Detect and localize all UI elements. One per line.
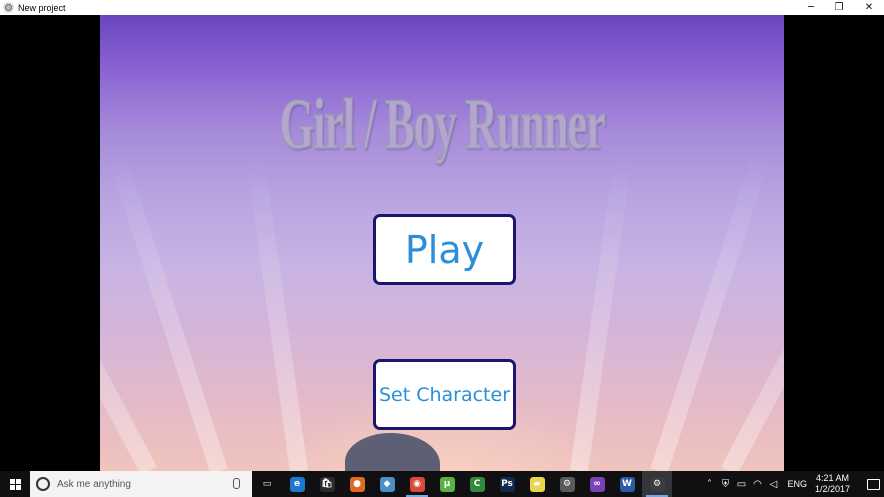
- sticky-notes-icon: ▰: [529, 476, 545, 492]
- defender-icon[interactable]: ⛨: [717, 471, 733, 497]
- taskbar-app-button[interactable]: Ps: [492, 471, 522, 497]
- taskbar-app-button[interactable]: e: [282, 471, 312, 497]
- taskbar-app-button[interactable]: ▰: [522, 471, 552, 497]
- clock[interactable]: 4:21 AM 1/2/2017: [815, 473, 850, 495]
- start-button[interactable]: [0, 471, 30, 497]
- taskbar-app-button[interactable]: ⚙: [642, 471, 672, 497]
- taskbar-app-button[interactable]: C: [462, 471, 492, 497]
- window-title: New project: [18, 2, 66, 13]
- visual-studio-icon: ∞: [589, 476, 605, 492]
- game-canvas: Girl / Boy Runner Play Set Character: [100, 15, 784, 471]
- camtasia-icon: C: [469, 476, 485, 492]
- battery-icon[interactable]: ▭: [733, 471, 749, 497]
- taskbar: Ask me anything ▭ e 🛍 ● ◆ ◉ µ C Ps ▰ ⚙ ∞ W ⚙ ˄ ⛨ ▭ ◠ …: [0, 471, 884, 497]
- volume-icon[interactable]: ◁: [765, 471, 781, 497]
- taskbar-app-button[interactable]: ◆: [372, 471, 402, 497]
- restore-button[interactable]: ❐: [825, 0, 853, 15]
- clock-date: 1/2/2017: [814, 484, 850, 494]
- set-character-button[interactable]: Set Character: [373, 359, 516, 430]
- word-icon: W: [619, 476, 635, 492]
- light-streak: [245, 152, 308, 471]
- light-streak: [570, 152, 633, 471]
- edge-icon: e: [289, 476, 305, 492]
- clock-time: 4:21 AM: [815, 473, 849, 483]
- taskbar-app-button[interactable]: ◉: [402, 471, 432, 497]
- taskbar-app-button[interactable]: ∞: [582, 471, 612, 497]
- app-blue-icon: ◆: [379, 476, 395, 492]
- search-box[interactable]: Ask me anything: [30, 471, 252, 497]
- window-title-bar: New project ─ ❐ ✕: [0, 0, 884, 15]
- game-viewport: Girl / Boy Runner Play Set Character: [0, 15, 884, 471]
- minimize-button[interactable]: ─: [797, 0, 825, 15]
- firefox-icon: ●: [349, 476, 365, 492]
- input-language[interactable]: ENG: [787, 479, 807, 489]
- taskbar-app-button[interactable]: ▭: [252, 471, 282, 497]
- character-silhouette: [345, 433, 440, 471]
- notification-icon: [866, 478, 880, 490]
- system-tray: ˄ ⛨ ▭ ◠ ◁ ENG 4:21 AM 1/2/2017: [701, 471, 884, 497]
- unity-icon: ⚙: [649, 476, 665, 492]
- taskbar-app-button[interactable]: W: [612, 471, 642, 497]
- task-view-icon: ▭: [259, 476, 275, 492]
- close-button[interactable]: ✕: [855, 0, 883, 15]
- wifi-icon[interactable]: ◠: [749, 471, 765, 497]
- taskbar-apps: ▭ e 🛍 ● ◆ ◉ µ C Ps ▰ ⚙ ∞ W ⚙: [252, 471, 672, 497]
- taskbar-app-button[interactable]: µ: [432, 471, 462, 497]
- taskbar-app-button[interactable]: ⚙: [552, 471, 582, 497]
- chrome-icon: ◉: [409, 476, 425, 492]
- photoshop-icon: Ps: [499, 476, 515, 492]
- app-icon: [3, 2, 14, 13]
- show-hidden-icons-icon[interactable]: ˄: [701, 471, 717, 497]
- game-title: Girl / Boy Runner: [279, 83, 606, 165]
- taskbar-app-button[interactable]: 🛍: [312, 471, 342, 497]
- cortana-icon: [36, 477, 50, 491]
- search-placeholder: Ask me anything: [57, 478, 131, 490]
- utorrent-icon: µ: [439, 476, 455, 492]
- play-button[interactable]: Play: [373, 214, 516, 285]
- microphone-icon[interactable]: [233, 478, 240, 489]
- settings-icon: ⚙: [559, 476, 575, 492]
- store-icon: 🛍: [319, 476, 335, 492]
- taskbar-app-button[interactable]: ●: [342, 471, 372, 497]
- windows-logo-icon: [9, 478, 21, 490]
- action-center-button[interactable]: [862, 471, 884, 497]
